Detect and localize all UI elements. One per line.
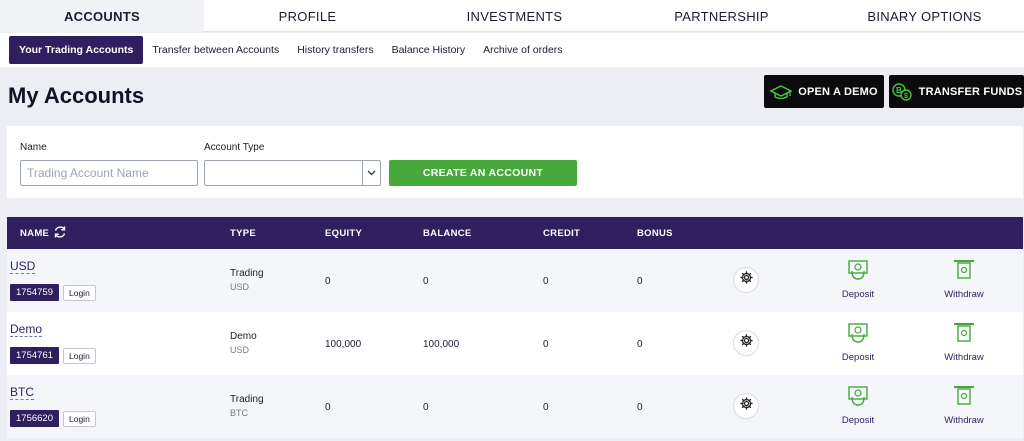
withdraw-button[interactable]: Withdraw (934, 259, 994, 300)
login-button[interactable]: Login (63, 348, 96, 364)
column-equity: EQUITY (325, 228, 363, 239)
deposit-button[interactable]: Deposit (828, 322, 888, 363)
gear-icon (739, 334, 753, 352)
account-id-badge: 1754761 (10, 347, 59, 364)
subtab-archive-of-orders[interactable]: Archive of orders (474, 36, 571, 64)
table-row: BTC 1756620 Login Trading BTC 0 0 0 0 De… (7, 375, 1023, 438)
deposit-button[interactable]: Deposit (828, 385, 888, 426)
table-row: Demo 1754761 Login Demo USD 100,000 100,… (7, 312, 1023, 375)
bitcoin-dollar-icon: B $ (891, 82, 913, 102)
column-type: TYPE (230, 228, 257, 239)
settings-button[interactable] (733, 393, 759, 419)
bonus-value: 0 (637, 402, 643, 413)
account-type: Demo (230, 331, 257, 342)
gear-icon (739, 271, 753, 289)
account-name-link[interactable]: BTC (10, 386, 34, 400)
deposit-label: Deposit (841, 415, 875, 426)
deposit-icon (846, 322, 870, 349)
bonus-value: 0 (637, 339, 643, 350)
withdraw-label: Withdraw (944, 289, 984, 300)
account-id-badge: 1756620 (10, 410, 59, 427)
login-button[interactable]: Login (63, 411, 96, 427)
account-type: Trading (230, 268, 264, 279)
open-demo-label: OPEN A DEMO (798, 85, 878, 98)
tab-binary-options[interactable]: BINARY OPTIONS (825, 0, 1024, 32)
column-credit: CREDIT (543, 228, 581, 239)
equity-value: 0 (325, 402, 331, 413)
tab-accounts[interactable]: ACCOUNTS (0, 0, 204, 32)
balance-value: 100,000 (423, 339, 460, 350)
subtab-balance-history[interactable]: Balance History (383, 36, 475, 64)
withdraw-icon (952, 259, 976, 286)
tab-partnership[interactable]: PARTNERSHIP (618, 0, 825, 32)
equity-value: 100,000 (325, 339, 362, 350)
credit-value: 0 (543, 339, 549, 350)
account-currency: USD (230, 282, 250, 292)
deposit-icon (846, 259, 870, 286)
column-bonus: BONUS (637, 228, 673, 239)
svg-text:$: $ (904, 93, 908, 100)
subtab-transfer-between-accounts[interactable]: Transfer between Accounts (143, 36, 288, 64)
deposit-button[interactable]: Deposit (828, 259, 888, 300)
login-button[interactable]: Login (63, 285, 96, 301)
balance-value: 0 (423, 402, 429, 413)
credit-value: 0 (543, 402, 549, 413)
graduation-cap-icon (770, 84, 793, 100)
deposit-label: Deposit (841, 352, 875, 363)
settings-button[interactable] (733, 267, 759, 293)
subtab-history-transfers[interactable]: History transfers (288, 36, 382, 64)
withdraw-label: Withdraw (944, 352, 984, 363)
account-currency: USD (230, 345, 250, 355)
tab-profile[interactable]: PROFILE (204, 0, 411, 32)
withdraw-button[interactable]: Withdraw (934, 322, 994, 363)
settings-button[interactable] (733, 330, 759, 356)
sub-nav: Your Trading Accounts Transfer between A… (0, 33, 1024, 67)
accounts-table-header: NAME TYPE EQUITY BALANCE CREDIT BONUS (7, 217, 1023, 249)
account-name-input[interactable] (20, 160, 198, 186)
withdraw-icon (952, 322, 976, 349)
credit-value: 0 (543, 276, 549, 287)
balance-value: 0 (423, 276, 429, 287)
withdraw-label: Withdraw (944, 415, 984, 426)
account-name-link[interactable]: Demo (10, 323, 43, 337)
transfer-funds-label: TRANSFER FUNDS (918, 85, 1023, 98)
subtab-your-trading-accounts[interactable]: Your Trading Accounts (9, 36, 144, 64)
deposit-label: Deposit (841, 289, 875, 300)
equity-value: 0 (325, 276, 331, 287)
deposit-icon (846, 385, 870, 412)
page-title: My Accounts (8, 83, 145, 108)
account-currency: BTC (230, 408, 248, 418)
bonus-value: 0 (637, 276, 643, 287)
gear-icon (739, 397, 753, 415)
name-label: Name (20, 142, 47, 153)
withdraw-icon (952, 385, 976, 412)
transfer-funds-button[interactable]: B $ TRANSFER FUNDS (889, 75, 1024, 108)
create-account-form: Name Account Type CREATE AN ACCOUNT (7, 126, 1023, 198)
account-name-link[interactable]: USD (10, 260, 36, 274)
column-balance: BALANCE (423, 228, 472, 239)
account-type: Trading (230, 394, 264, 405)
withdraw-button[interactable]: Withdraw (934, 385, 994, 426)
chevron-down-icon[interactable] (362, 161, 380, 185)
table-row: USD 1754759 Login Trading USD 0 0 0 0 De… (7, 249, 1023, 312)
account-id-badge: 1754759 (10, 284, 59, 301)
open-demo-button[interactable]: OPEN A DEMO (764, 75, 884, 108)
refresh-icon[interactable] (53, 225, 67, 242)
column-name: NAME (20, 228, 50, 239)
account-type-label: Account Type (204, 142, 265, 153)
tab-investments[interactable]: INVESTMENTS (411, 0, 618, 32)
create-account-button[interactable]: CREATE AN ACCOUNT (389, 160, 577, 186)
account-type-select[interactable] (204, 160, 381, 186)
top-nav: ACCOUNTS PROFILE INVESTMENTS PARTNERSHIP… (0, 0, 1024, 32)
